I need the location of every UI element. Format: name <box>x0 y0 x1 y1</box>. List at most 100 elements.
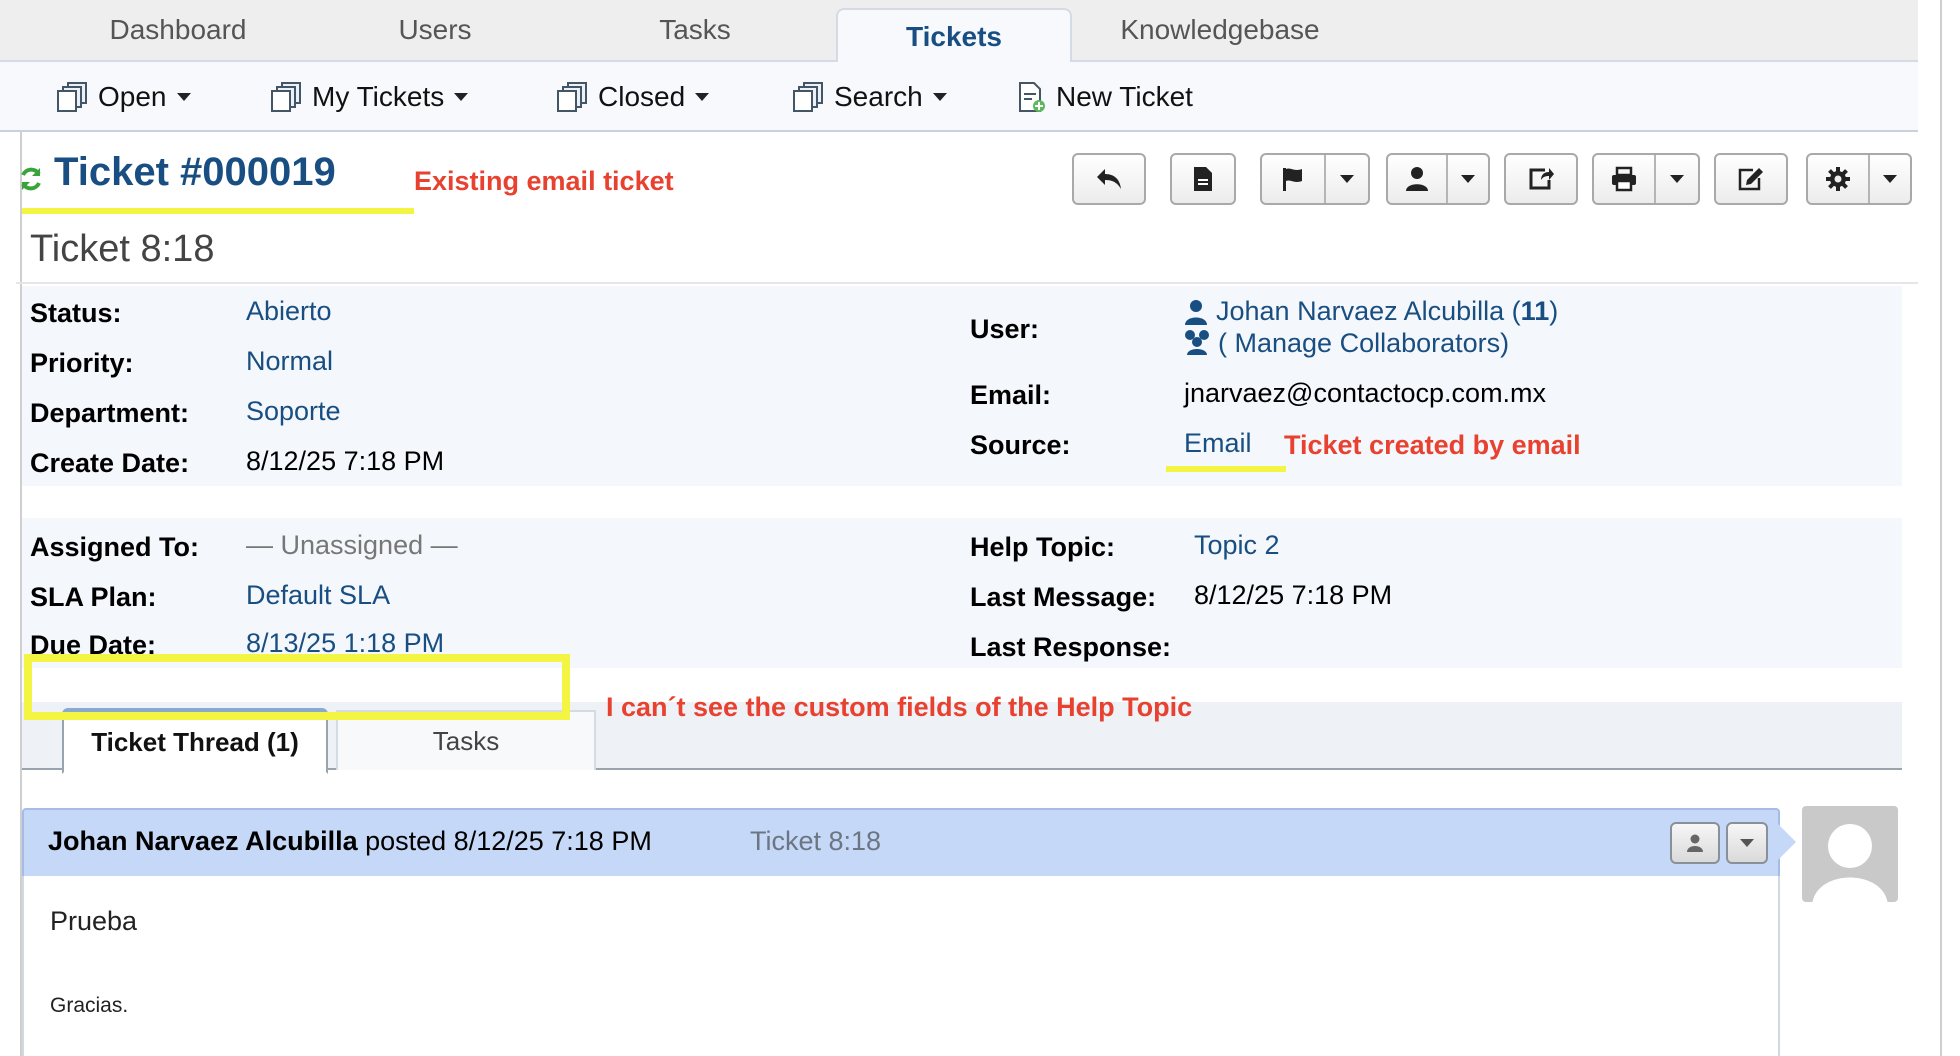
sub-nav: Open My Tickets Closed Search New Ticket <box>0 62 1918 132</box>
tickets-stack-icon <box>271 82 301 112</box>
chevron-down-icon <box>176 93 191 101</box>
chevron-down-icon <box>932 93 947 101</box>
entry-author: Johan Narvaez Alcubilla <box>48 826 358 856</box>
closed-tickets-menu[interactable]: Closed <box>556 80 710 114</box>
ticket-subject: Ticket 8:18 <box>30 228 215 270</box>
highlight-underline <box>1166 466 1286 472</box>
share-icon <box>1529 168 1554 190</box>
create-date-value: 8/12/25 7:18 PM <box>246 446 445 476</box>
open-label: Open <box>98 81 167 112</box>
sla-plan-value[interactable]: Default SLA <box>246 580 390 611</box>
chevron-down-icon <box>454 93 469 101</box>
open-tickets-menu[interactable]: Open <box>56 80 191 114</box>
flag-dropdown-button[interactable] <box>1260 153 1370 205</box>
nav-tab-tickets[interactable]: Tickets <box>836 8 1072 64</box>
my-tickets-menu[interactable]: My Tickets <box>270 80 469 114</box>
chevron-down-icon <box>1461 175 1475 183</box>
status-label: Status: <box>30 298 122 328</box>
search-label: Search <box>834 81 923 112</box>
nav-tab-dashboard[interactable]: Dashboard <box>88 14 268 46</box>
chevron-down-icon <box>1740 839 1754 847</box>
assigned-to-label: Assigned To: <box>30 532 200 562</box>
chevron-down-icon <box>1883 175 1897 183</box>
department-value[interactable]: Soporte <box>246 396 341 427</box>
department-label: Department: <box>30 398 190 428</box>
email-label: Email: <box>970 380 1052 410</box>
user-ticket-count: 11 <box>1520 296 1550 326</box>
user-icon <box>1406 167 1428 191</box>
settings-dropdown-button[interactable] <box>1806 153 1912 205</box>
reply-button[interactable] <box>1072 153 1146 205</box>
priority-value[interactable]: Normal <box>246 346 333 377</box>
flag-icon <box>1283 168 1302 191</box>
nav-tab-knowledgebase[interactable]: Knowledgebase <box>1110 14 1330 46</box>
entry-posted: posted 8/12/25 7:18 PM <box>357 826 652 856</box>
source-label: Source: <box>970 430 1071 460</box>
last-message-value: 8/12/25 7:18 PM <box>1194 580 1393 610</box>
create-date-label: Create Date: <box>30 448 190 478</box>
source-value[interactable]: Email <box>1184 428 1252 459</box>
default-avatar-icon <box>1812 824 1888 902</box>
thread-entry-body: Prueba Gracias. <box>22 876 1780 1056</box>
print-icon <box>1612 166 1636 192</box>
user-label: User: <box>970 314 1040 344</box>
nav-tab-tasks[interactable]: Tasks <box>640 14 750 46</box>
highlight-box <box>24 654 570 720</box>
entry-message-line: Prueba <box>50 906 138 936</box>
chevron-down-icon <box>1670 175 1684 183</box>
users-icon <box>1185 330 1209 355</box>
chevron-down-icon <box>1340 175 1354 183</box>
new-ticket-link[interactable]: New Ticket <box>1014 80 1193 114</box>
gear-icon <box>1826 167 1850 191</box>
entry-title: Ticket 8:18 <box>750 826 882 856</box>
my-tickets-label: My Tickets <box>312 81 445 112</box>
post-note-button[interactable] <box>1170 153 1236 205</box>
edit-button[interactable] <box>1714 153 1788 205</box>
user-icon <box>1185 300 1207 325</box>
user-count-open: ( <box>1504 296 1521 326</box>
new-ticket-icon <box>1019 82 1045 112</box>
entry-message-line: Gracias. <box>50 994 129 1017</box>
tickets-stack-icon <box>793 82 823 112</box>
status-value[interactable]: Abierto <box>246 296 332 327</box>
email-value: jnarvaez@contactocp.com.mx <box>1184 378 1547 408</box>
help-topic-value[interactable]: Topic 2 <box>1194 530 1280 561</box>
entry-options-button[interactable] <box>1726 822 1768 864</box>
thread-entry-header: Johan Narvaez Alcubilla posted 8/12/25 7… <box>22 808 1780 878</box>
entry-pointer <box>1778 824 1796 860</box>
entry-meta: Johan Narvaez Alcubilla posted 8/12/25 7… <box>48 826 652 857</box>
divider <box>16 282 1918 284</box>
highlight-underline <box>22 208 414 214</box>
edit-icon <box>1738 168 1763 191</box>
tickets-stack-icon <box>557 82 587 112</box>
sla-plan-label: SLA Plan: <box>30 582 157 612</box>
manage-collaborators-link[interactable]: ( Manage Collaborators) <box>1218 328 1509 359</box>
assigned-to-value[interactable]: — Unassigned — <box>246 530 458 561</box>
print-dropdown-button[interactable] <box>1592 153 1700 205</box>
user-link[interactable]: Johan Narvaez Alcubilla (11) <box>1216 296 1558 327</box>
file-icon <box>1194 167 1212 191</box>
annotation-existing-ticket: Existing email ticket <box>414 166 674 196</box>
main-nav: Dashboard Users Tasks Tickets Knowledgeb… <box>0 0 1918 64</box>
entry-user-button[interactable] <box>1670 822 1720 864</box>
closed-label: Closed <box>598 81 686 112</box>
ticket-number[interactable]: Ticket #000019 <box>54 150 336 195</box>
avatar <box>1802 806 1898 902</box>
assign-dropdown-button[interactable] <box>1386 153 1490 205</box>
nav-tab-users[interactable]: Users <box>380 14 490 46</box>
priority-label: Priority: <box>30 348 134 378</box>
last-message-label: Last Message: <box>970 582 1157 612</box>
tickets-stack-icon <box>57 82 87 112</box>
user-count-close: ) <box>1549 296 1559 326</box>
new-ticket-label: New Ticket <box>1056 81 1193 112</box>
help-topic-label: Help Topic: <box>970 532 1115 562</box>
refresh-icon[interactable] <box>18 166 44 192</box>
annotation-created-by-email: Ticket created by email <box>1284 430 1581 460</box>
last-response-label: Last Response: <box>970 632 1172 662</box>
reply-icon <box>1097 169 1121 189</box>
transfer-button[interactable] <box>1504 153 1578 205</box>
user-name: Johan Narvaez Alcubilla <box>1216 296 1505 326</box>
search-tickets-menu[interactable]: Search <box>792 80 947 114</box>
annotation-custom-fields: I can´t see the custom fields of the Hel… <box>606 692 1193 722</box>
due-date-row: Due Date: 8/13/25 1:18 PM <box>22 618 582 658</box>
